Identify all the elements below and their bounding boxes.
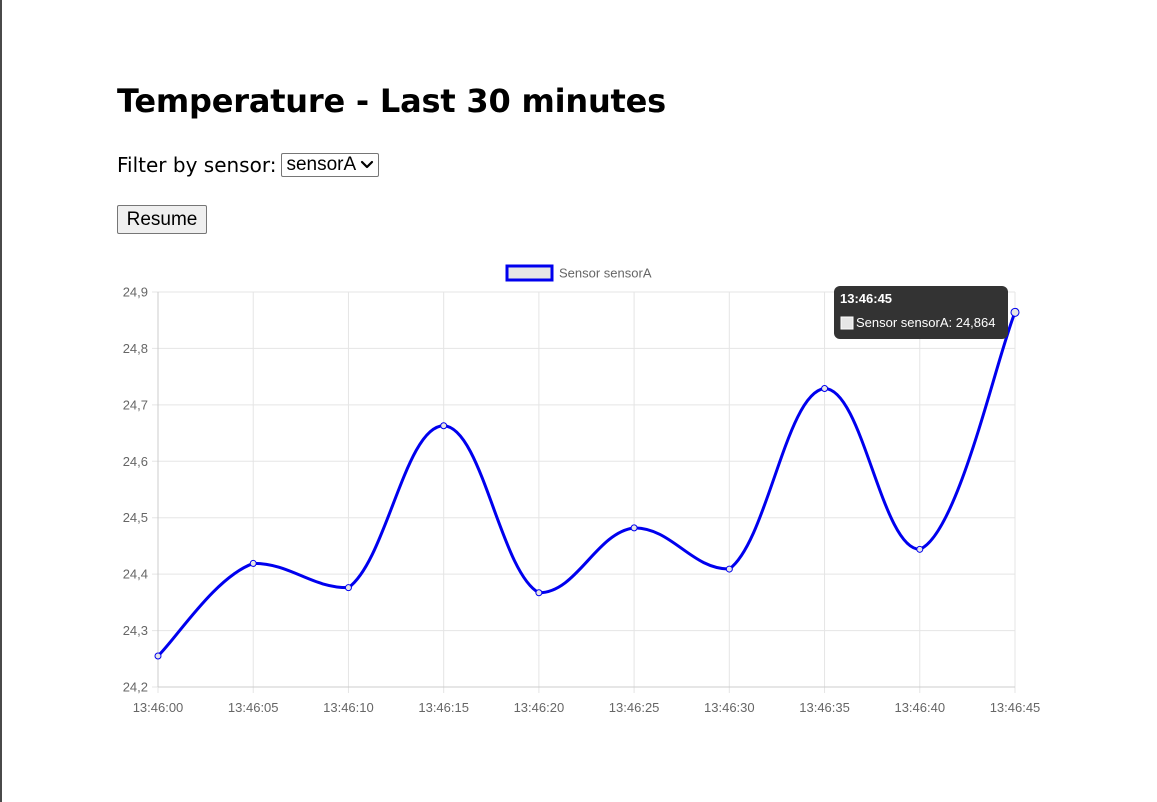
- temperature-line-chart: 24,2 24,3 24,4 24,5 24,6 24,7 24,8 24,9 13:46:00…: [123, 264, 1041, 716]
- chart-series: [154, 307, 1020, 660]
- x-tick-label: 13:46:05: [228, 700, 279, 715]
- data-point[interactable]: [916, 545, 924, 553]
- y-tick-label: 24,2: [123, 680, 148, 695]
- tooltip-label: Sensor sensorA: 24,864: [856, 315, 995, 330]
- y-tick-label: 24,4: [123, 567, 148, 582]
- data-point[interactable]: [725, 565, 733, 573]
- series-line-sensorA: [156, 311, 1017, 658]
- y-tick-label: 24,8: [123, 341, 148, 356]
- x-tick-label: 13:46:45: [990, 700, 1041, 715]
- chart-axes: 24,2 24,3 24,4 24,5 24,6 24,7 24,8 24,9 13:46:00…: [123, 285, 1041, 716]
- chart-grid: [152, 291, 1016, 693]
- data-point[interactable]: [821, 384, 829, 392]
- data-point[interactable]: [440, 422, 448, 430]
- legend-swatch: [505, 264, 554, 282]
- data-point[interactable]: [154, 652, 162, 660]
- tooltip-title: 13:46:45: [840, 291, 892, 306]
- y-tick-label: 24,6: [123, 454, 148, 469]
- y-tick-label: 24,7: [123, 397, 148, 412]
- y-tick-label: 24,5: [123, 510, 148, 525]
- data-point[interactable]: [1010, 307, 1020, 317]
- x-tick-label: 13:46:15: [418, 700, 469, 715]
- chart-tooltip: 13:46:45 Sensor sensorA: 24,864: [834, 286, 1008, 339]
- data-point[interactable]: [535, 589, 543, 597]
- legend-label: Sensor sensorA: [559, 266, 652, 281]
- tooltip-swatch: [840, 316, 854, 330]
- x-tick-label: 13:46:30: [704, 700, 755, 715]
- data-point[interactable]: [630, 524, 638, 532]
- y-tick-label: 24,9: [123, 285, 148, 300]
- y-tick-label: 24,3: [123, 623, 148, 638]
- x-tick-label: 13:46:20: [514, 700, 565, 715]
- x-tick-label: 13:46:25: [609, 700, 660, 715]
- x-tick-label: 13:46:35: [799, 700, 850, 715]
- x-tick-label: 13:46:00: [133, 700, 184, 715]
- data-point[interactable]: [344, 584, 352, 592]
- x-tick-label: 13:46:10: [323, 700, 374, 715]
- data-point[interactable]: [249, 559, 257, 567]
- x-tick-label: 13:46:40: [894, 700, 945, 715]
- chart-legend[interactable]: Sensor sensorA: [505, 264, 652, 282]
